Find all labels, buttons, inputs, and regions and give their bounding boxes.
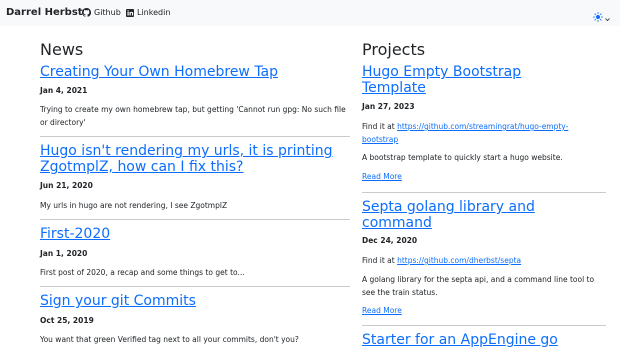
divider <box>40 136 350 137</box>
post-summary: My urls in hugo are not rendering, I see… <box>40 201 228 210</box>
github-link[interactable]: Github <box>82 8 121 17</box>
linkedin-label: Linkedin <box>137 8 171 17</box>
find-prefix: Find it at <box>362 256 398 265</box>
read-more-link[interactable]: Read More <box>362 172 402 181</box>
theme-toggle-button[interactable] <box>593 7 610 26</box>
post-title-link[interactable]: Sign your git Commits <box>40 293 340 309</box>
news-heading: News <box>40 40 84 59</box>
divider <box>40 286 350 287</box>
read-more-link[interactable]: Read More <box>362 306 402 315</box>
project-description: A golang library for the septa api, and … <box>362 275 595 297</box>
post-date: Oct 25, 2019 <box>40 316 94 325</box>
post-date: Jun 21, 2020 <box>40 181 93 190</box>
sun-icon <box>593 7 603 26</box>
post-title-link[interactable]: Hugo isn't rendering my urls, it is prin… <box>40 143 340 175</box>
linkedin-link[interactable]: Linkedin <box>126 8 170 17</box>
post-date: Jan 4, 2021 <box>40 86 88 95</box>
navbar: Darrel Herbst Github Linkedin <box>0 0 620 26</box>
divider <box>362 325 606 326</box>
post-title-link[interactable]: First-2020 <box>40 226 340 242</box>
project-date: Dec 24, 2020 <box>362 236 418 245</box>
project-title-link[interactable]: Hugo Empty Bootstrap Template <box>362 64 542 96</box>
divider <box>40 219 350 220</box>
linkedin-icon <box>126 8 134 17</box>
project-title-link[interactable]: Starter for an AppEngine go <box>362 332 612 348</box>
github-label: Github <box>94 8 121 17</box>
post-summary: You want that green Verified tag next to… <box>40 335 299 344</box>
project-description: A bootstrap template to quickly start a … <box>362 153 563 162</box>
post-summary: First post of 2020, a recap and some thi… <box>40 268 245 277</box>
chevron-down-icon <box>605 7 610 26</box>
post-summary: Trying to create my own homebrew tap, bu… <box>40 105 346 127</box>
projects-heading: Projects <box>362 40 426 59</box>
project-find-text: Find it at https://github.com/streamingr… <box>362 120 584 146</box>
github-icon <box>82 8 91 17</box>
post-date: Jan 1, 2020 <box>40 249 88 258</box>
divider <box>362 192 606 193</box>
post-title-link[interactable]: Creating Your Own Homebrew Tap <box>40 64 340 80</box>
brand-link[interactable]: Darrel Herbst <box>6 7 83 18</box>
find-prefix: Find it at <box>362 122 398 131</box>
project-date: Jan 27, 2023 <box>362 102 415 111</box>
project-repo-link[interactable]: https://github.com/dherbst/septa <box>397 256 521 265</box>
project-title-link[interactable]: Septa golang library and command <box>362 199 562 231</box>
project-find-text: Find it at https://github.com/dherbst/se… <box>362 254 602 267</box>
